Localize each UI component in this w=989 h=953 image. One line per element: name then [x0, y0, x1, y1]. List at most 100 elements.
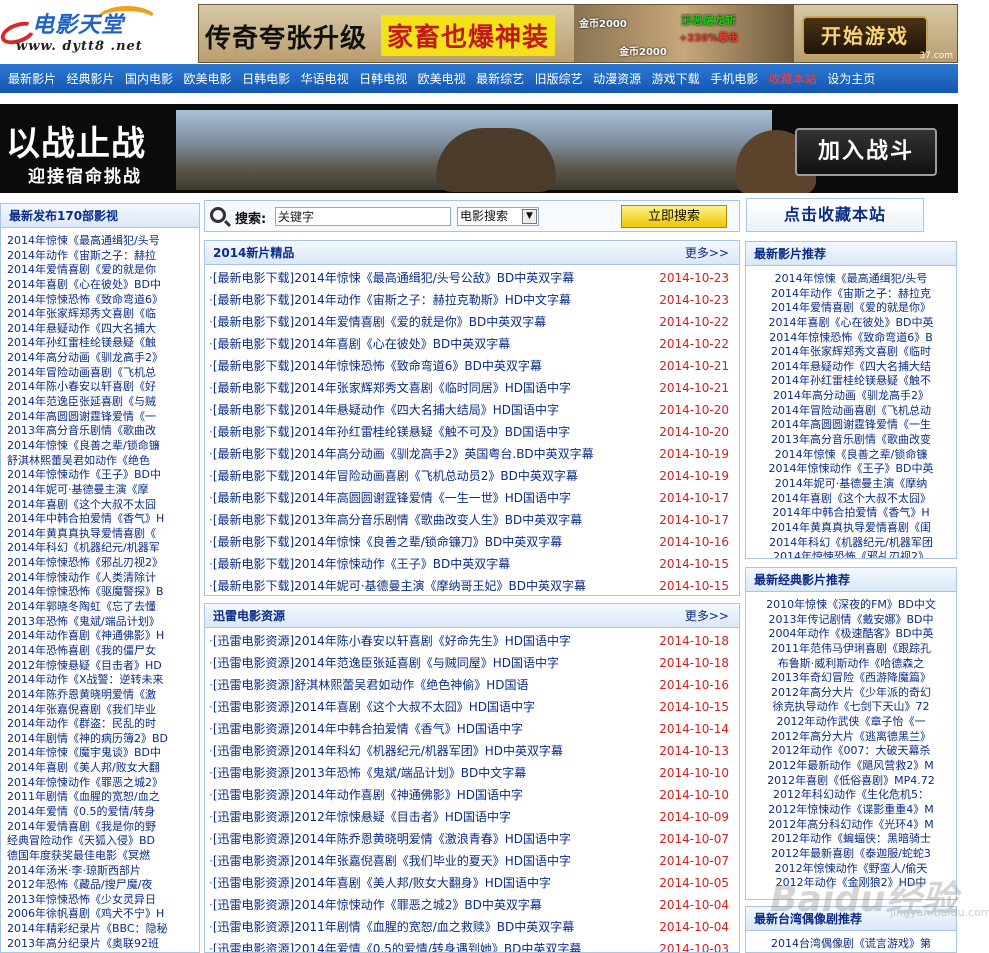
movie-title-link[interactable]: 2014年惊悚《良善之辈/锁命镰刀》BD中英双字幕	[294, 535, 562, 549]
list-item[interactable]: 2012年科幻动作《生化危机5：	[746, 788, 956, 803]
nav-item[interactable]: 游戏下载	[652, 70, 700, 87]
nav-item[interactable]: 手机电影	[710, 70, 758, 87]
list-item[interactable]: 2010年惊悚《深夜的FM》BD中文	[746, 598, 956, 613]
more-link[interactable]: 更多>>	[685, 241, 729, 265]
list-item[interactable]: 2006年徐帆喜剧《鸡犬不宁》H	[7, 907, 199, 922]
category-prefix[interactable]: [迅雷电影资源]	[213, 722, 294, 736]
list-item[interactable]: 2014年陈小春安以轩喜剧《好	[7, 380, 199, 395]
movie-title-link[interactable]: 2014年惊悚动作《罪恶之城2》BD中英双字幕	[294, 898, 542, 912]
list-item[interactable]: ·[迅雷电影资源]2014年张嘉倪喜剧《我们毕业的夏天》HD国语中字 2014-1…	[209, 850, 739, 872]
list-item[interactable]: 2012年高分大片《逃离德黑兰》	[746, 730, 956, 745]
list-item[interactable]: 2012年动作《金刚狼2》HD中	[746, 876, 956, 891]
list-item[interactable]: 2014年喜剧《美人邦/败女大翻	[7, 761, 199, 776]
list-item[interactable]: 2014年惊悚恐怖《致命弯道6》B	[746, 331, 956, 346]
category-prefix[interactable]: [最新电影下载]	[213, 557, 294, 571]
list-item[interactable]: 2012年喜剧《低俗喜剧》MP4.72	[746, 774, 956, 789]
category-prefix[interactable]: [最新电影下载]	[213, 513, 294, 527]
banner-join-button[interactable]: 加入战斗	[795, 128, 937, 176]
list-item[interactable]: ·[最新电影下载]2014年悬疑动作《四大名捕大结局》HD国语中字 2014-10…	[209, 399, 739, 421]
list-item[interactable]: 2014年张家辉郑秀文喜剧《临时	[746, 345, 956, 360]
list-item[interactable]: 2014年惊悚动作《王子》BD中	[7, 468, 199, 483]
list-item[interactable]: 布鲁斯·威利斯动作《哈德森之	[746, 657, 956, 672]
movie-title-link[interactable]: 舒淇林熙蕾吴君如动作《绝色神偷》HD国语	[294, 678, 528, 692]
list-item[interactable]: 2012年高分科幻动作《光环4》M	[746, 818, 956, 833]
movie-title-link[interactable]: 2013年高分音乐剧情《歌曲改变人生》BD中英双字幕	[294, 513, 582, 527]
chevron-down-icon[interactable]: ▼	[522, 209, 537, 224]
list-item[interactable]: 2014年张家辉郑秀文喜剧《临	[7, 307, 199, 322]
list-item[interactable]: 2014年陈乔恩黄晓明爱情《激	[7, 688, 199, 703]
movie-title-link[interactable]: 2014年妮可·基德曼主演《摩纳哥王妃》BD中英双字幕	[294, 579, 586, 593]
list-item[interactable]: 舒淇林熙蕾吴君如动作《绝色	[7, 454, 199, 469]
list-item[interactable]: 徐克执导动作《七剑下天山》72	[746, 700, 956, 715]
list-item[interactable]: 2014年惊悚《最高通缉犯/头号	[7, 234, 199, 249]
list-item[interactable]: ·[迅雷电影资源]2014年科幻《机器纪元/机器军团》HD中英双字幕 2014-1…	[209, 740, 739, 762]
category-prefix[interactable]: [最新电影下载]	[213, 403, 294, 417]
category-prefix[interactable]: [最新电影下载]	[213, 271, 294, 285]
list-item[interactable]: ·[迅雷电影资源]2014年喜剧《这个大叔不太囧》HD国语中字 2014-10-1…	[209, 696, 739, 718]
list-item[interactable]: 2014年惊悚《最高通缉犯/头号	[746, 272, 956, 287]
category-prefix[interactable]: [最新电影下载]	[213, 469, 294, 483]
category-prefix[interactable]: [最新电影下载]	[213, 579, 294, 593]
list-item[interactable]: 2014年汤米·李·琼斯西部片	[7, 864, 199, 879]
list-item[interactable]: 2014年惊悚恐怖《邪乩刃视2》	[746, 550, 956, 558]
list-item[interactable]: 2014年剧情《神的病历簿2》BD	[7, 732, 199, 747]
list-item[interactable]: ·[最新电影下载]2014年高分动画《驯龙高手2》英国粤台.BD中英双字幕 201…	[209, 443, 739, 465]
list-item[interactable]: 2014年爱情喜剧《爱的就是你	[7, 263, 199, 278]
site-logo[interactable]: 电影天堂 www. dytt8 .net	[0, 3, 170, 59]
movie-title-link[interactable]: 2014年动作《宙斯之子：赫拉克勒斯》HD中文字幕	[294, 293, 571, 307]
list-item[interactable]: 2014年冒险动画喜剧《飞机总	[7, 366, 199, 381]
list-item[interactable]: 2014年动作喜剧《神通佛影》H	[7, 629, 199, 644]
movie-title-link[interactable]: 2014年陈小春安以轩喜剧《好命先生》HD国语中字	[294, 634, 571, 648]
list-item[interactable]: 2014年惊悚《良善之辈/锁命镰	[746, 448, 956, 463]
list-item[interactable]: ·[最新电影下载]2014年妮可·基德曼主演《摩纳哥王妃》BD中英双字幕 2014…	[209, 575, 739, 595]
nav-item[interactable]: 欧美电视	[418, 70, 466, 87]
category-prefix[interactable]: [最新电影下载]	[213, 293, 294, 307]
list-item[interactable]: 2011年剧情《血腥的宽恕/血之	[7, 790, 199, 805]
movie-title-link[interactable]: 2014年科幻《机器纪元/机器军团》HD中英双字幕	[294, 744, 563, 758]
category-prefix[interactable]: [最新电影下载]	[213, 359, 294, 373]
list-item[interactable]: 2014台湾偶像剧《谎言游戏》第	[746, 937, 956, 952]
list-item[interactable]: 经典冒险动作《天狐入侵》BD	[7, 834, 199, 849]
list-item[interactable]: ·[迅雷电影资源]2014年中韩合拍爱情《香气》HD国语中字 2014-10-14	[209, 718, 739, 740]
list-item[interactable]: 2014年惊悚《魔宇鬼谈》BD中	[7, 746, 199, 761]
list-item[interactable]: 2014年恐怖喜剧《我的僵尸女	[7, 644, 199, 659]
movie-title-link[interactable]: 2014年悬疑动作《四大名捕大结局》HD国语中字	[294, 403, 559, 417]
list-item[interactable]: 2014年动作《X战警：逆转未来	[7, 673, 199, 688]
category-prefix[interactable]: [迅雷电影资源]	[213, 898, 294, 912]
category-prefix[interactable]: [迅雷电影资源]	[213, 788, 294, 802]
nav-item[interactable]: 动漫资源	[593, 70, 641, 87]
nav-item[interactable]: 旧版综艺	[535, 70, 583, 87]
list-item[interactable]: 2014年孙红雷桂纶镁悬疑《触	[7, 336, 199, 351]
nav-item[interactable]: 日韩电影	[242, 70, 290, 87]
list-item[interactable]: 2014年动作《群盗：民乱的时	[7, 717, 199, 732]
movie-title-link[interactable]: 2014年惊悚动作《王子》BD中英双字幕	[294, 557, 510, 571]
movie-title-link[interactable]: 2014年爱情喜剧《爱的就是你》BD中英双字幕	[294, 315, 546, 329]
list-item[interactable]: ·[迅雷电影资源]2013年恐怖《鬼斌/端品计划》BD中文字幕 2014-10-1…	[209, 762, 739, 784]
list-item[interactable]: 2014年悬疑动作《四大名捕大结	[746, 360, 956, 375]
list-item[interactable]: ·[迅雷电影资源]2011年剧情《血腥的宽恕/血之救赎》BD中英双字幕 2014-…	[209, 916, 739, 938]
list-item[interactable]: 2014年惊悚恐怖《邪乩刃视2》	[7, 556, 199, 571]
movie-title-link[interactable]: 2013年恐怖《鬼斌/端品计划》BD中文字幕	[294, 766, 526, 780]
list-item[interactable]: ·[最新电影下载]2014年喜剧《心在彼处》BD中英双字幕 2014-10-22	[209, 333, 739, 355]
list-item[interactable]: 2012年动作《蝙蝠侠：黑暗骑士	[746, 832, 956, 847]
list-item[interactable]: 2013年高分音乐剧情《歌曲改	[7, 424, 199, 439]
movie-title-link[interactable]: 2014年陈乔恩黄晓明爱情《激浪青春》HD国语中字	[294, 832, 571, 846]
list-item[interactable]: 2013年恐怖《鬼斌/端品计划》	[7, 615, 199, 630]
list-item[interactable]: ·[迅雷电影资源]2014年惊悚动作《罪恶之城2》BD中英双字幕 2014-10-…	[209, 894, 739, 916]
list-item[interactable]: 2014年中韩合拍爱情《香气》H	[7, 512, 199, 527]
nav-item[interactable]: 国内电影	[125, 70, 173, 87]
category-prefix[interactable]: [最新电影下载]	[213, 337, 294, 351]
ad-start-game-button[interactable]: 开始游戏	[802, 16, 928, 56]
list-item[interactable]: 2014年惊悚动作《王子》BD中英	[746, 462, 956, 477]
list-item[interactable]: 2014年孙红雷桂纶镁悬疑《触不	[746, 374, 956, 389]
list-item[interactable]: 2014年喜剧《心在彼处》BD中英	[746, 316, 956, 331]
list-item[interactable]: 2014年黄真真执导爱情喜剧《	[7, 527, 199, 542]
list-item[interactable]: 2014年惊悚恐怖《驱魔警探》B	[7, 585, 199, 600]
category-prefix[interactable]: [迅雷电影资源]	[213, 876, 294, 890]
list-item[interactable]: ·[最新电影下载]2014年惊悚动作《王子》BD中英双字幕 2014-10-15	[209, 553, 739, 575]
list-item[interactable]: 2014年高圆圆谢霆锋爱情《一	[7, 410, 199, 425]
nav-item[interactable]: 欧美电影	[184, 70, 232, 87]
category-prefix[interactable]: [最新电影下载]	[213, 491, 294, 505]
list-item[interactable]: 2012年恐怖《藏品/搜尸魔/夜	[7, 878, 199, 893]
nav-item[interactable]: 设为主页	[827, 70, 875, 87]
